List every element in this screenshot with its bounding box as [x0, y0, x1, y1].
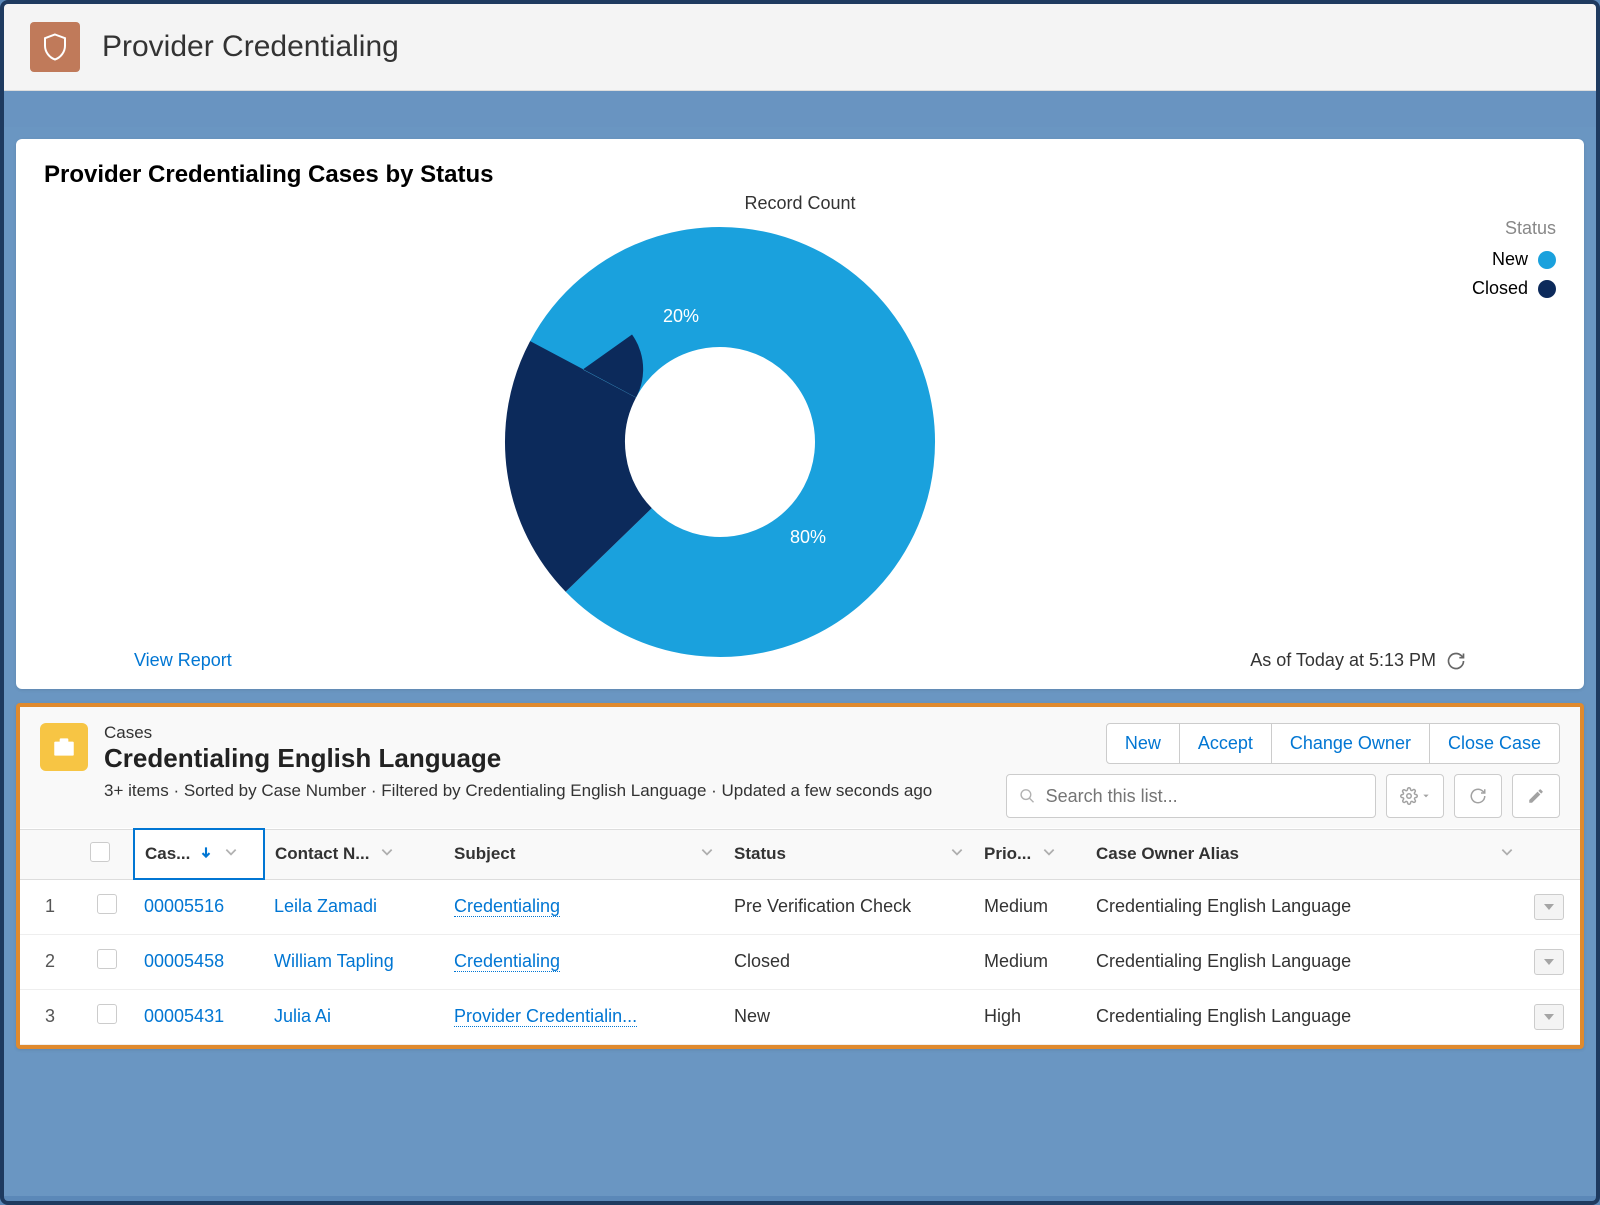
chart-card: Provider Credentialing Cases by Status R… — [16, 139, 1584, 689]
search-input[interactable] — [1046, 786, 1363, 807]
col-rownum — [20, 829, 80, 879]
col-subject[interactable]: Subject — [444, 829, 724, 879]
status-cell: New — [724, 989, 974, 1044]
case-icon — [40, 723, 88, 771]
row-actions-button[interactable] — [1534, 949, 1564, 975]
row-number: 1 — [20, 879, 80, 934]
decorative-pattern — [4, 91, 1596, 127]
shield-icon — [30, 22, 80, 72]
contact-name-link[interactable]: Leila Zamadi — [264, 879, 444, 934]
status-cell: Closed — [724, 934, 974, 989]
sort-down-icon — [199, 844, 213, 864]
legend-title: Status — [1396, 218, 1556, 239]
table-row: 2 00005458William TaplingCredentialingClo… — [20, 934, 1580, 989]
priority-cell: Medium — [974, 879, 1086, 934]
row-checkbox[interactable] — [97, 949, 117, 969]
contact-name-link[interactable]: Julia Ai — [264, 989, 444, 1044]
app-header: Provider Credentialing — [4, 4, 1596, 91]
table-row: 3 00005431Julia AiProvider Credentialin..… — [20, 989, 1580, 1044]
legend-dot-new — [1538, 251, 1556, 269]
chevron-down-icon — [1422, 787, 1430, 805]
chevron-down-icon[interactable] — [1500, 844, 1514, 864]
accept-button[interactable]: Accept — [1180, 723, 1272, 764]
contact-name-link[interactable]: William Tapling — [264, 934, 444, 989]
pencil-icon — [1527, 787, 1545, 805]
chevron-down-icon[interactable] — [700, 844, 714, 864]
case-number-link[interactable]: 00005458 — [134, 934, 264, 989]
col-status[interactable]: Status — [724, 829, 974, 879]
list-view-card: Cases Credentialing English Language 3+ … — [16, 703, 1584, 1049]
slice-label-new: 80% — [790, 527, 826, 547]
owner-cell: Credentialing English Language — [1086, 879, 1524, 934]
legend-item-closed: Closed — [1396, 278, 1556, 299]
chevron-down-icon[interactable] — [950, 844, 964, 864]
owner-cell: Credentialing English Language — [1086, 934, 1524, 989]
slice-label-closed: 20% — [663, 306, 699, 326]
settings-button[interactable] — [1386, 774, 1444, 818]
list-view-name[interactable]: Credentialing English Language — [104, 743, 1006, 774]
edit-button[interactable] — [1512, 774, 1560, 818]
select-all-checkbox[interactable] — [90, 842, 110, 862]
donut-chart: 20% 80% — [44, 222, 1396, 662]
row-checkbox[interactable] — [97, 1004, 117, 1024]
row-actions-button[interactable] — [1534, 1004, 1564, 1030]
gear-icon — [1400, 787, 1418, 805]
table-row: 1 00005516Leila ZamadiCredentialingPre Ve… — [20, 879, 1580, 934]
chart-subtitle: Record Count — [44, 193, 1556, 214]
change-owner-button[interactable]: Change Owner — [1272, 723, 1430, 764]
search-input-wrapper[interactable] — [1006, 774, 1376, 818]
chevron-down-icon[interactable] — [380, 844, 394, 864]
refresh-icon[interactable] — [1446, 651, 1466, 671]
col-owner-alias[interactable]: Case Owner Alias — [1086, 829, 1524, 879]
legend-item-new: New — [1396, 249, 1556, 270]
chart-legend: Status New Closed — [1396, 218, 1556, 307]
legend-dot-closed — [1538, 280, 1556, 298]
close-case-button[interactable]: Close Case — [1430, 723, 1560, 764]
case-number-link[interactable]: 00005516 — [134, 879, 264, 934]
row-number: 3 — [20, 989, 80, 1044]
col-actions — [1524, 829, 1580, 879]
list-action-buttons: New Accept Change Owner Close Case — [1106, 723, 1560, 764]
app-title: Provider Credentialing — [102, 30, 399, 64]
refresh-button[interactable] — [1454, 774, 1502, 818]
status-cell: Pre Verification Check — [724, 879, 974, 934]
col-contact-name[interactable]: Contact N... — [264, 829, 444, 879]
row-checkbox[interactable] — [97, 894, 117, 914]
priority-cell: High — [974, 989, 1086, 1044]
col-case-number[interactable]: Cas... — [134, 829, 264, 879]
chevron-down-icon[interactable] — [1042, 844, 1056, 864]
subject-link[interactable]: Provider Credentialin... — [444, 989, 724, 1044]
case-number-link[interactable]: 00005431 — [134, 989, 264, 1044]
new-button[interactable]: New — [1106, 723, 1180, 764]
refresh-icon — [1469, 787, 1487, 805]
row-number: 2 — [20, 934, 80, 989]
chevron-down-icon[interactable] — [224, 844, 238, 864]
col-checkbox — [80, 829, 134, 879]
row-actions-button[interactable] — [1534, 894, 1564, 920]
cases-table: Cas... Contact N... Subject — [20, 828, 1580, 1045]
list-meta: 3+ items · Sorted by Case Number · Filte… — [104, 778, 994, 804]
priority-cell: Medium — [974, 934, 1086, 989]
subject-link[interactable]: Credentialing — [444, 934, 724, 989]
col-priority[interactable]: Prio... — [974, 829, 1086, 879]
chart-title: Provider Credentialing Cases by Status — [44, 161, 1556, 189]
owner-cell: Credentialing English Language — [1086, 989, 1524, 1044]
search-icon — [1019, 787, 1036, 805]
subject-link[interactable]: Credentialing — [444, 879, 724, 934]
list-object-label: Cases — [104, 723, 1006, 743]
